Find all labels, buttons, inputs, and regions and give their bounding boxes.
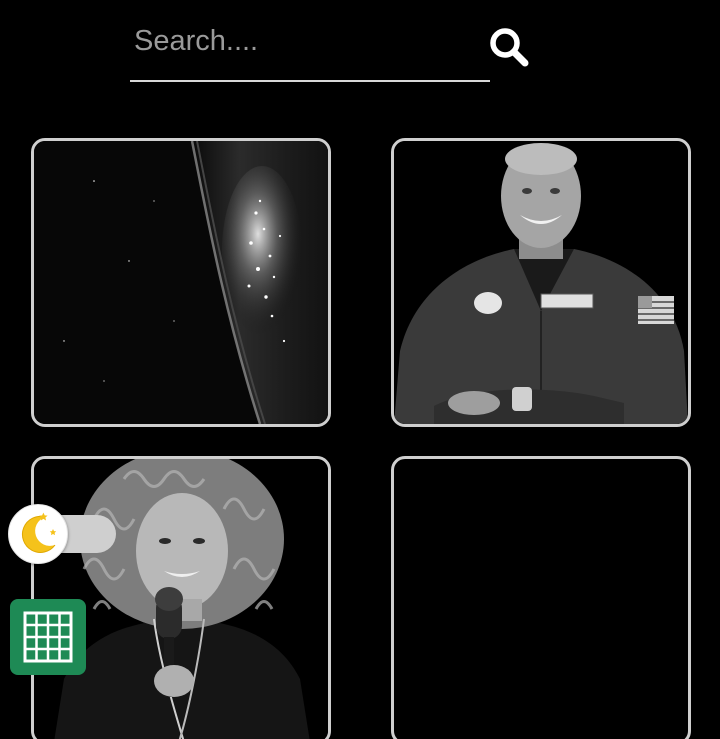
search-input[interactable]: [130, 18, 484, 64]
theme-toggle[interactable]: [8, 504, 116, 564]
page: [0, 0, 720, 739]
image-card-earth[interactable]: [31, 138, 331, 427]
search-icon: [490, 28, 529, 67]
search-button[interactable]: [484, 22, 532, 70]
image-card-empty[interactable]: [391, 456, 691, 739]
search-bar: [130, 18, 490, 82]
earth-from-orbit-image: [34, 141, 328, 424]
moon-stars-icon: [21, 512, 57, 553]
image-card-speaker[interactable]: [31, 456, 331, 739]
spreadsheet-grid-icon: [23, 611, 73, 663]
image-card-astronaut[interactable]: [391, 138, 691, 427]
astronaut-portrait-image: [394, 141, 688, 424]
toggle-knob: [8, 504, 68, 564]
spreadsheet-button[interactable]: [10, 599, 86, 675]
